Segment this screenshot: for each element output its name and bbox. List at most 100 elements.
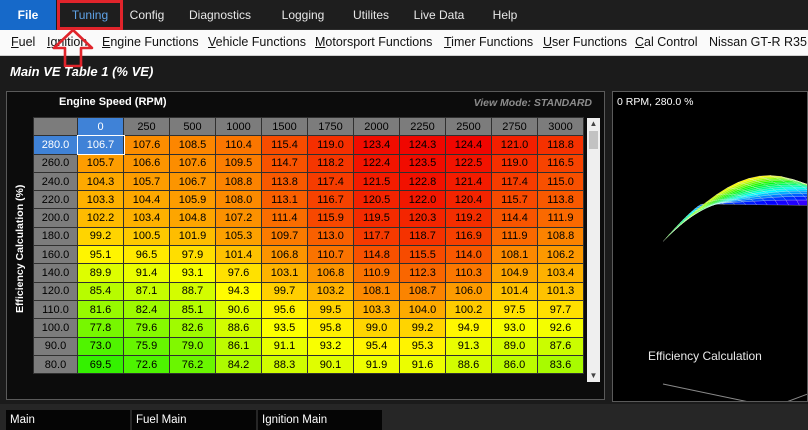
ve-cell[interactable]: 83.6 [537, 354, 584, 375]
ve-cell[interactable]: 109.5 [215, 153, 262, 173]
menu-help[interactable]: Help [484, 0, 526, 30]
ve-cell[interactable]: 85.4 [77, 281, 124, 301]
ve-cell[interactable]: 95.1 [77, 245, 124, 265]
surface-graph-panel[interactable]: 0 RPM, 280.0 % Efficiency Calculation [612, 91, 808, 402]
ve-cell[interactable]: 94.3 [215, 281, 262, 301]
ve-cell[interactable]: 99.2 [77, 226, 124, 247]
ve-cell[interactable]: 115.9 [307, 208, 354, 228]
efficiency-header[interactable]: 220.0 [33, 190, 78, 210]
ve-cell[interactable]: 124.3 [399, 135, 446, 155]
ve-cell[interactable]: 101.4 [215, 245, 262, 265]
menu-diagnostics[interactable]: Diagnostics [182, 0, 258, 30]
ve-cell[interactable]: 104.3 [77, 171, 124, 192]
ve-cell[interactable]: 119.0 [307, 135, 354, 155]
ve-cell[interactable]: 107.6 [123, 135, 170, 155]
ve-cell[interactable]: 93.1 [169, 263, 216, 283]
ve-cell[interactable]: 117.4 [491, 171, 538, 192]
ve-cell[interactable]: 108.1 [491, 245, 538, 265]
ve-cell[interactable]: 99.0 [353, 318, 400, 338]
tab-fuel-main[interactable]: Fuel Main [132, 410, 256, 430]
ve-cell[interactable]: 82.6 [169, 318, 216, 338]
efficiency-header[interactable]: 110.0 [33, 299, 78, 320]
ve-cell[interactable]: 118.2 [307, 153, 354, 173]
function-vehicle-functions[interactable]: Vehicle Functions [208, 30, 306, 56]
ve-cell[interactable]: 113.8 [261, 171, 308, 192]
ve-cell[interactable]: 85.1 [169, 299, 216, 320]
ve-cell[interactable]: 104.0 [399, 299, 446, 320]
ve-cell[interactable]: 69.5 [77, 354, 124, 375]
ve-cell[interactable]: 90.1 [307, 354, 354, 375]
ve-cell[interactable]: 110.7 [307, 245, 354, 265]
efficiency-header[interactable]: 160.0 [33, 245, 78, 265]
efficiency-header[interactable]: 260.0 [33, 153, 78, 173]
ve-cell[interactable]: 109.7 [261, 226, 308, 247]
ve-cell[interactable]: 120.4 [445, 190, 492, 210]
rpm-header[interactable]: 2250 [399, 116, 446, 137]
ve-cell[interactable]: 97.5 [491, 299, 538, 320]
function-nissan-gtr-r35[interactable]: Nissan GT-R R35 [709, 30, 807, 56]
ve-cell[interactable]: 97.7 [537, 299, 584, 320]
ve-cell[interactable]: 108.8 [215, 171, 262, 192]
ve-cell[interactable]: 106.7 [169, 171, 216, 192]
efficiency-header[interactable]: 280.0 [33, 135, 78, 155]
ve-cell[interactable]: 105.9 [169, 190, 216, 210]
menu-tuning[interactable]: Tuning [57, 0, 123, 30]
ve-cell[interactable]: 121.5 [353, 171, 400, 192]
ve-cell[interactable]: 117.4 [307, 171, 354, 192]
rpm-header[interactable]: 2000 [353, 116, 400, 137]
vertical-scrollbar[interactable]: ▲ ▼ [587, 118, 600, 382]
ve-cell[interactable]: 108.5 [169, 135, 216, 155]
ve-cell[interactable]: 92.6 [537, 318, 584, 338]
function-fuel[interactable]: Fuel [11, 30, 35, 56]
ve-cell[interactable]: 110.3 [445, 263, 492, 283]
ve-cell[interactable]: 103.4 [123, 208, 170, 228]
ve-cell[interactable]: 113.0 [307, 226, 354, 247]
efficiency-header[interactable]: 100.0 [33, 318, 78, 338]
ve-cell[interactable]: 90.6 [215, 299, 262, 320]
ve-cell[interactable]: 73.0 [77, 336, 124, 356]
ve-cell[interactable]: 107.2 [215, 208, 262, 228]
ve-cell[interactable]: 102.2 [77, 208, 124, 228]
ve-cell[interactable]: 93.0 [491, 318, 538, 338]
function-user-functions[interactable]: User Functions [543, 30, 627, 56]
menu-config[interactable]: Config [122, 0, 172, 30]
efficiency-header[interactable]: 200.0 [33, 208, 78, 228]
ve-cell[interactable]: 111.9 [537, 208, 584, 228]
ve-cell[interactable]: 81.6 [77, 299, 124, 320]
ve-cell[interactable]: 112.3 [399, 263, 446, 283]
ve-cell[interactable]: 119.0 [491, 153, 538, 173]
scroll-up-icon[interactable]: ▲ [587, 118, 600, 130]
ve-cell[interactable]: 104.8 [169, 208, 216, 228]
ve-cell[interactable]: 119.5 [353, 208, 400, 228]
ve-cell[interactable]: 99.2 [399, 318, 446, 338]
menu-file[interactable]: File [0, 0, 56, 30]
ve-cell[interactable]: 86.1 [215, 336, 262, 356]
ve-cell[interactable]: 106.2 [537, 245, 584, 265]
function-cal-control[interactable]: Cal Control [635, 30, 698, 56]
ve-cell[interactable]: 99.5 [307, 299, 354, 320]
ve-cell[interactable]: 103.1 [261, 263, 308, 283]
ve-cell[interactable]: 113.1 [261, 190, 308, 210]
ve-cell[interactable]: 114.0 [445, 245, 492, 265]
ve-cell[interactable]: 91.4 [123, 263, 170, 283]
ve-cell[interactable]: 72.6 [123, 354, 170, 375]
ve-cell[interactable]: 101.4 [491, 281, 538, 301]
ve-cell[interactable]: 97.6 [215, 263, 262, 283]
ve-cell[interactable]: 121.0 [491, 135, 538, 155]
ve-cell[interactable]: 84.2 [215, 354, 262, 375]
efficiency-header[interactable]: 140.0 [33, 263, 78, 283]
ve-cell[interactable]: 75.9 [123, 336, 170, 356]
ve-cell[interactable]: 110.4 [215, 135, 262, 155]
scroll-thumb[interactable] [589, 131, 598, 149]
ve-cell[interactable]: 79.0 [169, 336, 216, 356]
ve-cell[interactable]: 122.8 [399, 171, 446, 192]
ve-cell[interactable]: 87.6 [537, 336, 584, 356]
ve-cell[interactable]: 106.0 [445, 281, 492, 301]
ve-cell[interactable]: 120.5 [353, 190, 400, 210]
ve-cell[interactable]: 122.5 [445, 153, 492, 173]
ve-cell[interactable]: 77.8 [77, 318, 124, 338]
ve-cell[interactable]: 82.4 [123, 299, 170, 320]
ve-cell[interactable]: 115.0 [537, 171, 584, 192]
rpm-header[interactable]: 0 [77, 116, 124, 137]
ve-cell[interactable]: 103.3 [353, 299, 400, 320]
